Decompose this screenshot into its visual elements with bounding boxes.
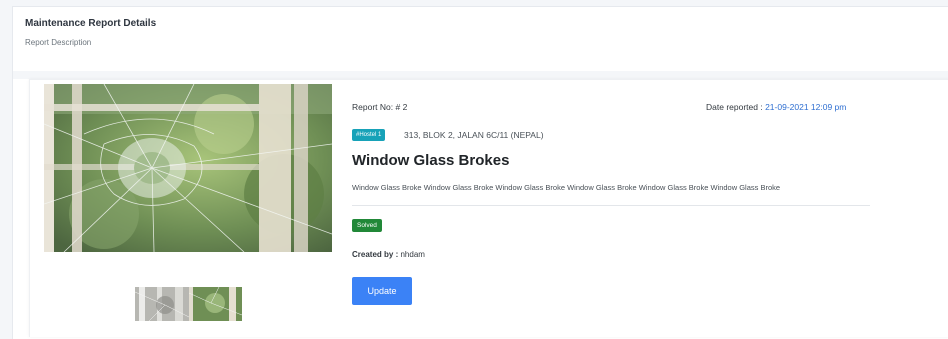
hostel-address: 313, BLOK 2, JALAN 6C/11 (NEPAL) xyxy=(404,130,544,140)
report-panel: Maintenance Report Details Report Descri… xyxy=(12,6,948,339)
page-title: Maintenance Report Details xyxy=(25,18,157,29)
report-number: Report No: # 2 xyxy=(352,102,407,112)
broken-window-photo[interactable] xyxy=(44,84,332,252)
date-reported-value: 21-09-2021 12:09 pm xyxy=(765,102,847,112)
created-by-label: Created by : xyxy=(352,250,399,259)
report-card: Report No: # 2 Date reported : 21-09-202… xyxy=(29,79,948,337)
created-by-value: nhdam xyxy=(400,250,425,259)
created-by: Created by : nhdam xyxy=(352,250,425,259)
date-reported-label: Date reported : xyxy=(706,102,763,112)
divider xyxy=(352,205,870,206)
page-header: Maintenance Report Details Report Descri… xyxy=(13,7,948,71)
header-separator xyxy=(13,71,948,79)
page-subtitle: Report Description xyxy=(25,38,92,47)
hostel-tag: #Hostel 1 xyxy=(352,129,386,141)
update-button[interactable]: Update xyxy=(352,277,412,305)
report-description: Window Glass Broke Window Glass Broke Wi… xyxy=(352,183,781,192)
report-number-value: # 2 xyxy=(395,102,408,112)
thumbnail-photo-2[interactable] xyxy=(189,287,242,321)
date-reported: Date reported : 21-09-2021 12:09 pm xyxy=(706,102,846,112)
status-badge: Solved xyxy=(352,219,382,232)
report-number-label: Report No: xyxy=(352,102,394,112)
report-title: Window Glass Brokes xyxy=(352,152,510,169)
thumbnail-photo-1[interactable] xyxy=(135,287,189,321)
